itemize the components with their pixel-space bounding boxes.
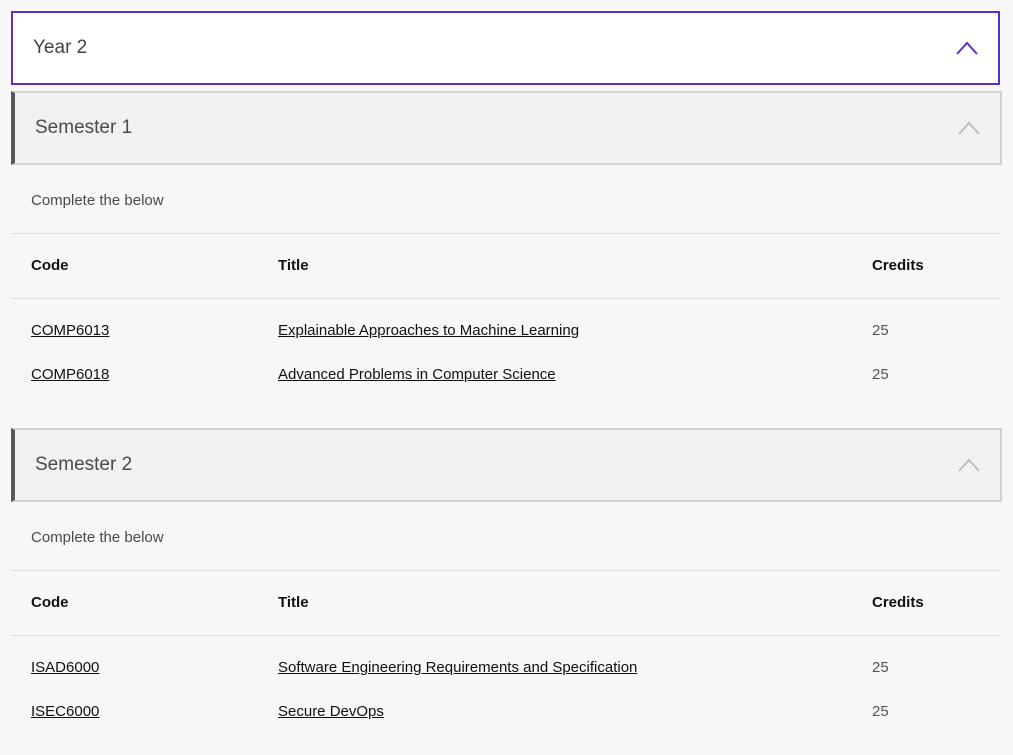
column-header-credits: Credits [872,257,924,274]
course-credits: 25 [872,703,889,720]
course-credits: 25 [872,366,889,383]
course-code-link[interactable]: ISAD6000 [31,659,99,676]
chevron-up-icon [956,41,978,55]
semester-title: Semester 1 [35,117,133,138]
column-header-title: Title [278,594,309,611]
course-code-link[interactable]: ISEC6000 [31,703,99,720]
semester-2-accordion-header[interactable]: Semester 2 [11,428,1002,502]
column-header-code: Code [31,257,69,274]
divider [11,233,1000,234]
chevron-up-icon [958,121,980,135]
semester-instruction: Complete the below [31,192,164,209]
semester-1-accordion-header[interactable]: Semester 1 [11,91,1002,165]
course-credits: 25 [872,659,889,676]
divider [11,298,1000,299]
course-title-link[interactable]: Explainable Approaches to Machine Learni… [278,322,579,339]
column-header-code: Code [31,594,69,611]
course-code-link[interactable]: COMP6018 [31,366,109,383]
divider [11,635,1000,636]
course-code-link[interactable]: COMP6013 [31,322,109,339]
column-header-title: Title [278,257,309,274]
divider [11,570,1000,571]
year-title: Year 2 [33,37,88,58]
chevron-up-icon [958,458,980,472]
course-credits: 25 [872,322,889,339]
semester-title: Semester 2 [35,454,133,475]
course-title-link[interactable]: Software Engineering Requirements and Sp… [278,659,637,676]
year-accordion-header[interactable]: Year 2 [11,11,1000,85]
course-title-link[interactable]: Advanced Problems in Computer Science [278,366,556,383]
column-header-credits: Credits [872,594,924,611]
semester-instruction: Complete the below [31,529,164,546]
course-title-link[interactable]: Secure DevOps [278,703,384,720]
